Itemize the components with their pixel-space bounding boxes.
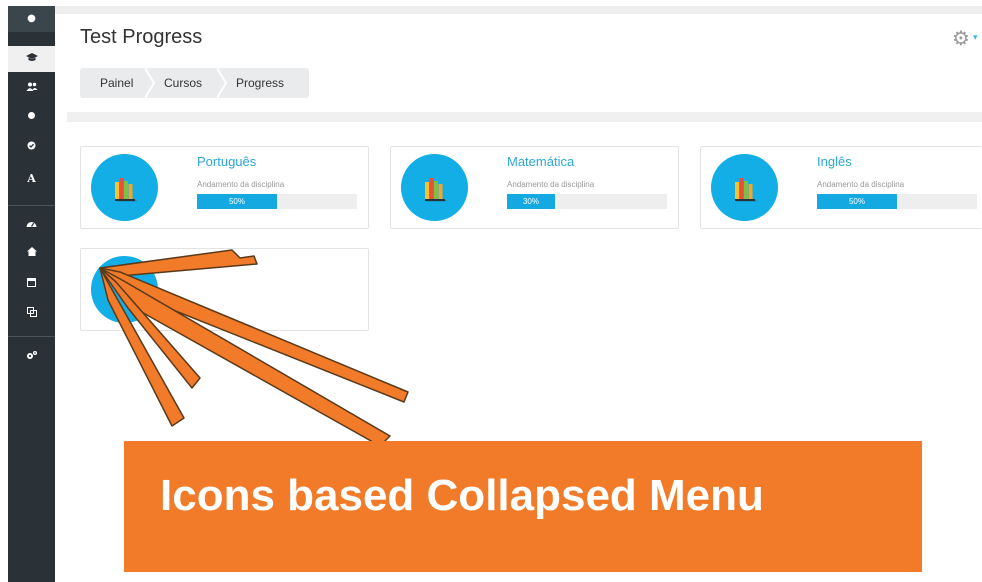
breadcrumb-item-cursos[interactable]: Cursos [150, 68, 227, 98]
section-divider [67, 112, 982, 122]
top-bar [55, 6, 982, 14]
course-avatar [91, 154, 158, 221]
sidebar-item-circle[interactable] [8, 104, 55, 130]
progress-label: Andamento da disciplina [197, 180, 285, 189]
progress-bar: 50% [817, 194, 977, 209]
progress-bar: 30% [507, 194, 667, 209]
sidebar-divider [8, 336, 55, 337]
sidebar-item-home[interactable] [8, 240, 55, 266]
progress-label: Andamento da disciplina [507, 180, 595, 189]
sidebar-toggle-button[interactable]: ● [8, 6, 55, 32]
progress-percent: 50% [848, 197, 865, 206]
course-avatar [91, 256, 158, 323]
progress-label: Andamento da disciplina [817, 180, 905, 189]
books-icon [115, 178, 137, 202]
progress-fill: 50% [817, 194, 897, 209]
settings-gear-icon[interactable]: ⚙ [952, 26, 970, 50]
sidebar-item-letter-a[interactable]: A [8, 165, 55, 191]
course-name[interactable]: Português [197, 154, 256, 169]
course-avatar [711, 154, 778, 221]
check-circle-icon [27, 141, 36, 153]
sidebar-item-settings[interactable] [8, 343, 55, 369]
sidebar-item-calendar[interactable] [8, 270, 55, 296]
copy-icon [26, 306, 37, 320]
breadcrumb-current: Progress [236, 76, 285, 90]
progress-bar: 50% [197, 194, 357, 209]
breadcrumb-item-painel[interactable]: Painel [80, 68, 155, 98]
annotation-text: Icons based Collapsed Menu [160, 471, 764, 520]
course-card[interactable]: Matemática Andamento da disciplina 30% [390, 146, 679, 229]
course-card[interactable] [80, 248, 369, 331]
course-avatar [401, 154, 468, 221]
sidebar-item-dashboard[interactable] [8, 212, 55, 238]
progress-fill: 30% [507, 194, 555, 209]
progress-fill: 50% [197, 194, 277, 209]
course-name[interactable]: Inglês [817, 154, 852, 169]
toggle-icon: ● [27, 13, 36, 24]
letter-a-icon: A [27, 171, 36, 185]
circle-icon [27, 111, 36, 123]
annotation-banner: Icons based Collapsed Menu [124, 441, 922, 572]
sidebar-item-users[interactable] [8, 75, 55, 101]
calendar-icon [27, 277, 36, 290]
breadcrumb-link[interactable]: Painel [100, 76, 133, 90]
chevron-down-icon[interactable]: ▾ [973, 33, 978, 43]
progress-percent: 30% [522, 197, 539, 206]
home-icon [26, 247, 37, 259]
progress-percent: 50% [228, 197, 245, 206]
course-card[interactable]: Português Andamento da disciplina 50% [80, 146, 369, 229]
collapsed-sidebar: ● A [8, 6, 55, 582]
sidebar-item-courses[interactable] [8, 46, 55, 72]
sidebar-item-check[interactable] [8, 134, 55, 160]
course-name[interactable]: Matemática [507, 154, 574, 169]
books-icon [735, 178, 757, 202]
cogs-icon [26, 350, 38, 363]
graduation-cap-icon [25, 52, 38, 66]
dashboard-icon [26, 219, 37, 231]
users-icon [26, 82, 38, 94]
breadcrumb: Painel Cursos Progress [80, 68, 309, 98]
books-icon [425, 178, 447, 202]
breadcrumb-item-progress: Progress [222, 68, 309, 98]
breadcrumb-link[interactable]: Cursos [164, 76, 202, 90]
course-card[interactable]: Inglês Andamento da disciplina 50% [700, 146, 982, 229]
sidebar-item-copy[interactable] [8, 300, 55, 326]
page-title: Test Progress [80, 26, 203, 48]
sidebar-divider [8, 205, 55, 206]
